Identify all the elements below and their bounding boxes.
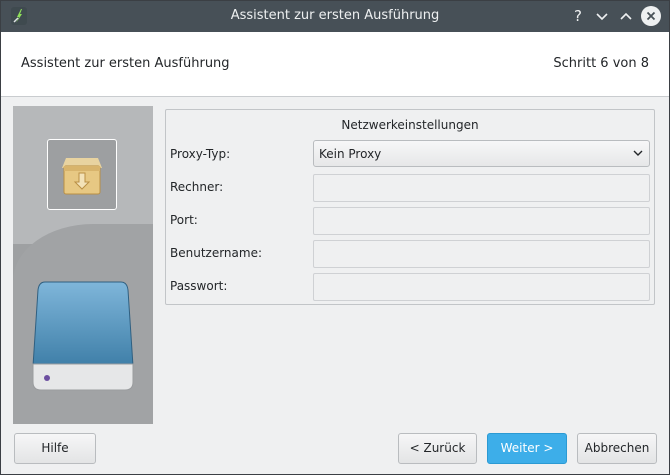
back-button[interactable]: < Zurück — [398, 433, 477, 464]
package-download-icon — [62, 158, 102, 195]
cancel-button[interactable]: Abbrechen — [577, 433, 657, 464]
close-button[interactable] — [641, 6, 661, 26]
maximize-button[interactable] — [615, 5, 637, 27]
host-input[interactable] — [313, 174, 650, 202]
port-label: Port: — [170, 213, 198, 227]
host-label: Rechner: — [170, 180, 224, 194]
package-tile — [47, 139, 117, 210]
chevron-down-icon — [633, 150, 643, 156]
username-label: Benutzername: — [170, 246, 263, 260]
proxy-type-value: Kein Proxy — [319, 147, 382, 161]
wizard-window: Assistent zur ersten Ausführung ? Assist… — [0, 0, 670, 475]
page-title: Assistent zur ersten Ausführung — [21, 56, 230, 71]
network-settings-group: Netzwerkeinstellungen Proxy-Typ: Kein Pr… — [165, 109, 655, 305]
port-input[interactable] — [313, 207, 650, 235]
next-button[interactable]: Weiter > — [487, 433, 567, 464]
hard-drive-icon — [32, 281, 134, 391]
minimize-button[interactable] — [591, 5, 613, 27]
proxy-type-label: Proxy-Typ: — [170, 147, 231, 161]
password-input[interactable] — [313, 273, 650, 301]
wizard-side-image — [13, 106, 153, 424]
chevron-down-icon — [596, 13, 608, 21]
close-icon — [646, 11, 656, 21]
title-bar[interactable]: Assistent zur ersten Ausführung ? — [1, 1, 669, 32]
help-button[interactable]: Hilfe — [14, 433, 96, 464]
username-input[interactable] — [313, 240, 650, 268]
proxy-type-select[interactable]: Kein Proxy — [313, 140, 650, 167]
password-label: Passwort: — [170, 279, 228, 293]
step-indicator: Schritt 6 von 8 — [553, 56, 649, 71]
chevron-up-icon — [620, 12, 632, 20]
help-titlebar-button[interactable]: ? — [567, 5, 589, 27]
wizard-header: Assistent zur ersten Ausführung Schritt … — [1, 32, 669, 97]
group-title: Netzwerkeinstellungen — [341, 118, 479, 132]
